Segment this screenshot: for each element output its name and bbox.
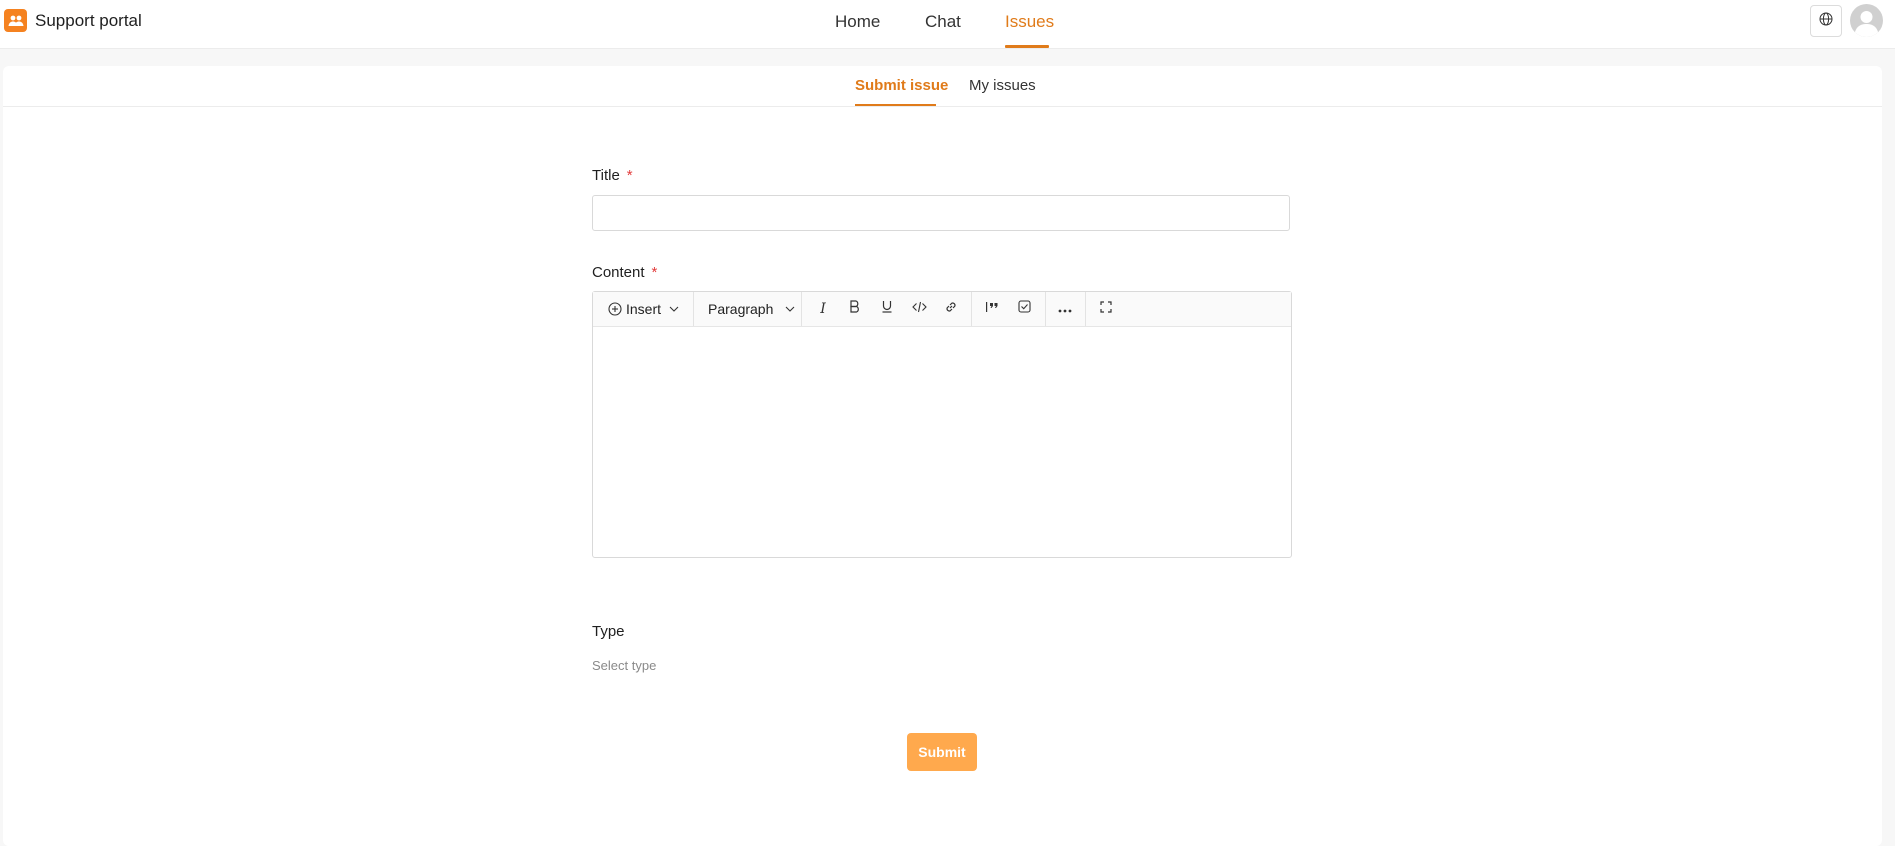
type-select[interactable]: Select type: [592, 658, 656, 673]
subtabs: Submit issue My issues: [3, 66, 1882, 107]
more-options-button[interactable]: [1056, 300, 1074, 318]
link-icon: [944, 300, 958, 319]
toolbar-divider: [801, 292, 802, 326]
paragraph-style-select[interactable]: Paragraph: [708, 292, 795, 326]
paragraph-style-label: Paragraph: [708, 301, 774, 317]
submit-button[interactable]: Submit: [907, 733, 977, 771]
italic-button[interactable]: I: [814, 300, 832, 318]
rich-text-editor: Insert Paragraph I: [592, 291, 1292, 558]
nav-home[interactable]: Home: [835, 0, 880, 48]
title-input[interactable]: [592, 195, 1290, 231]
type-label: Type: [592, 623, 625, 640]
inline-code-button[interactable]: [910, 300, 928, 318]
nav-issues[interactable]: Issues: [1005, 0, 1054, 48]
code-icon: [911, 300, 927, 318]
editor-content-area[interactable]: [593, 327, 1291, 557]
subtab-active-indicator: [855, 104, 936, 106]
tab-submit-issue[interactable]: Submit issue: [855, 77, 948, 94]
plus-circle-icon: [608, 302, 622, 316]
main-card: Submit issue My issues Title * Content * I…: [3, 66, 1882, 846]
required-marker: *: [651, 264, 658, 281]
app-title: Support portal: [35, 11, 142, 30]
required-marker: *: [626, 167, 633, 184]
app-logo-icon: [4, 9, 27, 32]
toolbar-divider: [693, 292, 694, 326]
user-avatar-icon: [1850, 11, 1883, 37]
chevron-down-icon: [669, 306, 679, 312]
blockquote-button[interactable]: [983, 300, 1001, 318]
more-icon: [1058, 300, 1072, 318]
underline-icon: [881, 300, 893, 318]
title-label-text: Title: [592, 167, 620, 184]
globe-icon: [1819, 12, 1833, 31]
insert-button[interactable]: Insert: [608, 292, 679, 326]
user-avatar[interactable]: [1850, 4, 1883, 37]
link-button[interactable]: [942, 300, 960, 318]
insert-label: Insert: [626, 301, 662, 317]
fullscreen-button[interactable]: [1097, 300, 1115, 318]
language-button[interactable]: [1810, 5, 1842, 37]
content-label: Content *: [592, 264, 657, 281]
title-label: Title *: [592, 167, 633, 184]
tab-my-issues[interactable]: My issues: [969, 77, 1036, 94]
toolbar-divider: [1085, 292, 1086, 326]
quote-icon: [985, 300, 999, 318]
fullscreen-icon: [1100, 300, 1112, 318]
toolbar-divider: [971, 292, 972, 326]
bold-icon: [849, 300, 861, 318]
content-label-text: Content: [592, 264, 645, 281]
nav-chat[interactable]: Chat: [925, 0, 961, 48]
editor-toolbar: Insert Paragraph I: [593, 292, 1291, 327]
bold-button[interactable]: [846, 300, 864, 318]
checklist-icon: [1017, 300, 1031, 318]
top-bar: Support portal Home Chat Issues: [0, 0, 1895, 49]
chevron-down-icon: [785, 306, 795, 312]
italic-icon: I: [820, 301, 826, 317]
nav-active-indicator: [1005, 45, 1049, 48]
underline-button[interactable]: [878, 300, 896, 318]
toolbar-divider: [1045, 292, 1046, 326]
checklist-button[interactable]: [1015, 300, 1033, 318]
